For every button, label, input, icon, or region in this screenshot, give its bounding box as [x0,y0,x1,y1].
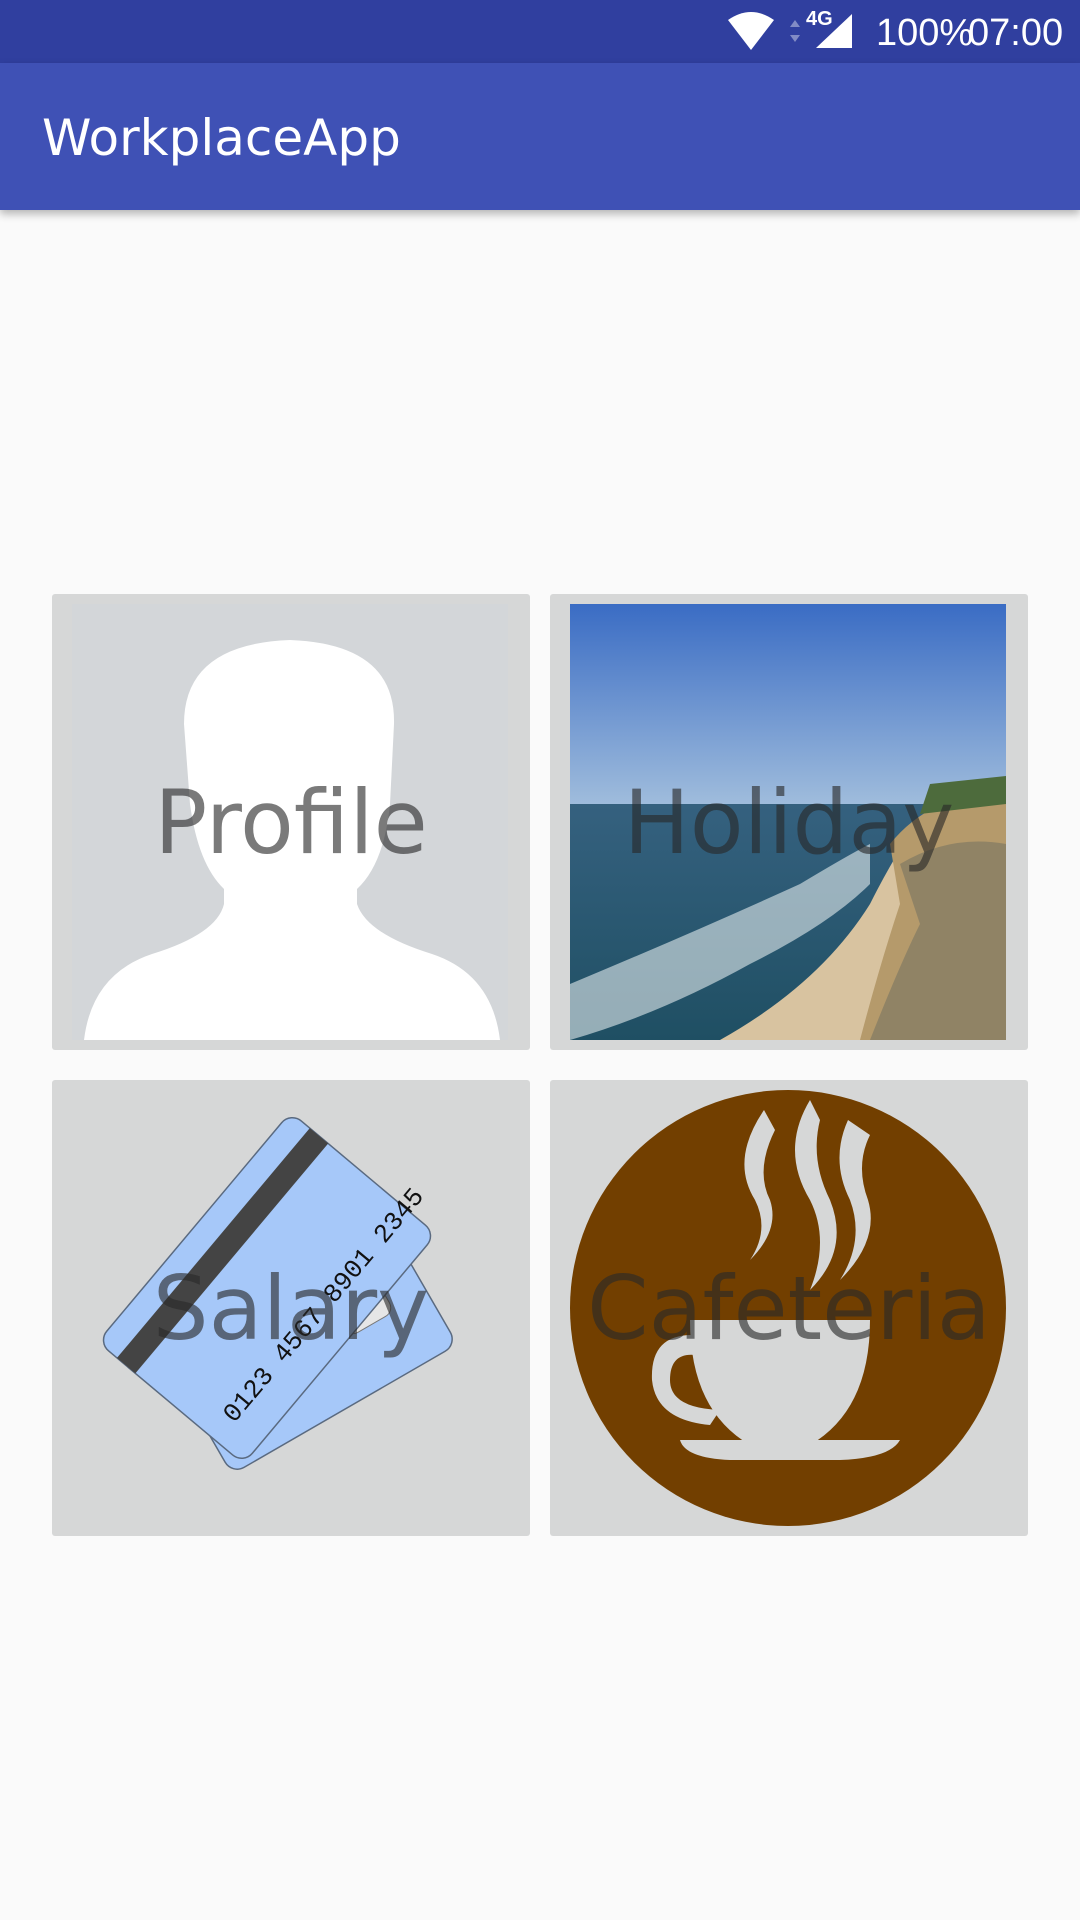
cafeteria-tile[interactable]: Cafeteria [550,1080,1028,1536]
app-title: WorkplaceApp [42,109,401,167]
wifi-icon [728,12,774,50]
signal-icon [816,14,852,48]
battery-percentage: 100% [876,12,974,54]
data-arrows-icon [790,20,800,42]
credit-cards-icon: 0123 4567 8901 2345 [102,1117,453,1470]
app-bar: WorkplaceApp [0,63,1080,210]
profile-silhouette-icon [72,604,508,1040]
profile-tile[interactable]: Profile [52,594,530,1050]
status-bar: 4G 100% 07:00 [0,0,1080,63]
clock: 07:00 [968,12,1064,54]
salary-tile[interactable]: 0123 4567 8901 2345 Salary [52,1080,530,1536]
coffee-cup-icon [570,1090,1006,1526]
beach-photo-icon [570,604,1006,1040]
holiday-tile[interactable]: Holiday [550,594,1028,1050]
